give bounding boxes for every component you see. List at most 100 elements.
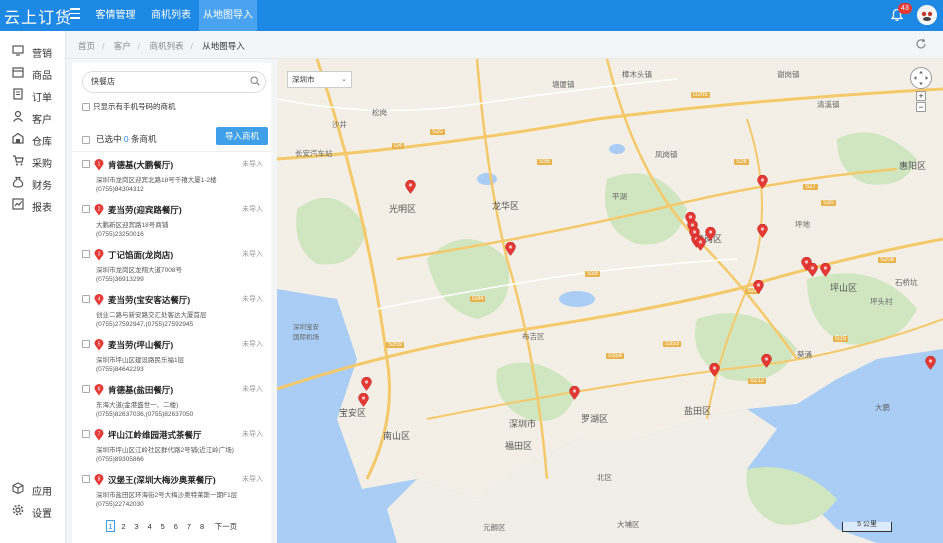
avatar[interactable] (917, 5, 937, 25)
store-checkbox[interactable] (82, 475, 90, 483)
zoom-in-button[interactable]: + (916, 91, 926, 101)
sidebar-item-marketing[interactable]: 营销 (0, 40, 66, 62)
refresh-icon[interactable] (915, 38, 927, 50)
map-marker-icon[interactable] (757, 175, 768, 189)
import-status: 未导入 (242, 206, 263, 213)
only-phone-checkbox[interactable] (82, 103, 90, 112)
map-label: 塘厦镇 (552, 80, 575, 89)
tab-opportunity-list[interactable]: 商机列表 (144, 0, 198, 31)
import-status: 未导入 (242, 386, 263, 393)
store-list-item[interactable]: 7 坪山江岭维园港式茶餐厅 未导入 深圳市坪山区江岭社区群代路2号铺(近江岭广场) (0… (72, 426, 271, 471)
map-marker-icon[interactable] (709, 363, 720, 377)
search-input[interactable]: 快餐店 (82, 71, 266, 93)
store-list-item[interactable]: 1 肯德基(大鹏餐厅) 未导入 深圳市龙岗区迎宾北路18号千禧大厦1-2楼 (0755)… (72, 156, 271, 201)
map-marker-icon[interactable] (361, 377, 372, 391)
map-marker-icon[interactable] (820, 263, 831, 277)
sidebar-item-purchasing[interactable]: 采购 (0, 150, 66, 172)
road-shield: S36 (537, 159, 552, 165)
sidebar-item-warehouse[interactable]: 仓库 (0, 128, 66, 150)
store-checkbox[interactable] (82, 295, 90, 303)
breadcrumb-home[interactable]: 首页 (78, 41, 95, 51)
sidebar-item-customers[interactable]: 客户 (0, 106, 66, 128)
map-marker-icon[interactable] (807, 263, 818, 277)
next-page-button[interactable]: 下一页 (215, 521, 238, 533)
map-label: 清溪镇 (817, 100, 840, 109)
store-checkbox[interactable] (82, 205, 90, 213)
only-phone-filter[interactable]: 只显示有手机号码的商机 (82, 101, 176, 112)
map-marker-icon[interactable] (761, 354, 772, 368)
map-marker-icon[interactable] (358, 393, 369, 407)
map-label: 坪地 (795, 220, 810, 229)
store-list-item[interactable]: 8 汉堡王(深圳大梅沙奥莱餐厅) 未导入 深圳市盐田区环海街2号大梅沙奥特莱斯一期F1… (72, 471, 271, 516)
only-phone-label: 只显示有手机号码的商机 (93, 102, 176, 111)
store-checkbox[interactable] (82, 160, 90, 168)
map-label: 樟木头镇 (622, 70, 652, 79)
sidebar-item-label: 采购 (32, 159, 52, 170)
map-marker-icon[interactable] (505, 242, 516, 256)
map-pin-icon: 1 (94, 159, 104, 171)
breadcrumb-customers[interactable]: 客户 (114, 41, 131, 51)
road-shield: S359 (386, 342, 405, 348)
map-label: 惠阳区 (899, 161, 927, 171)
page-3[interactable]: 3 (132, 521, 141, 533)
road-shield: S39 (585, 271, 600, 277)
svg-text:8: 8 (98, 476, 101, 482)
page-4[interactable]: 4 (145, 521, 154, 533)
map-marker-icon[interactable] (569, 386, 580, 400)
road-shield: S26 (734, 159, 749, 165)
svg-text:2: 2 (98, 206, 101, 212)
road-shield: G205 (691, 92, 710, 98)
sidebar: 营销 商品 订单 客户 仓库 采购 财务 报表 应用 设置 (0, 31, 66, 543)
tab-import-from-map[interactable]: 从地图导入 (199, 0, 257, 31)
store-list-item[interactable]: 2 麦当劳(迎宾路餐厅) 未导入 大鹏新区迎宾路18号商铺 (0755)23250016 (72, 201, 271, 246)
map-label: 大鹏 (875, 403, 890, 412)
page-1[interactable]: 1 (105, 520, 115, 532)
page-5[interactable]: 5 (158, 521, 167, 533)
store-list-item[interactable]: 5 麦当劳(坪山餐厅) 未导入 深圳市坪山区建设路民乐福1层 (0755)8464229… (72, 336, 271, 381)
map-label: 光明区 (389, 204, 417, 214)
store-name: 丁记馅面(龙岗店) (108, 250, 174, 260)
breadcrumb-opportunity-list[interactable]: 商机列表 (150, 41, 184, 51)
page-8[interactable]: 8 (198, 521, 207, 533)
store-checkbox[interactable] (82, 340, 90, 348)
sidebar-item-orders[interactable]: 订单 (0, 84, 66, 106)
store-checkbox[interactable] (82, 430, 90, 438)
map-pan-control[interactable] (910, 67, 932, 89)
store-name: 麦当劳(宝安客达餐厅) (108, 295, 191, 305)
store-list-item[interactable]: 6 肯德基(盐田餐厅) 未导入 东海大道(金港盛世一、二楼) (0755)8263703… (72, 381, 271, 426)
map-marker-icon[interactable] (705, 227, 716, 241)
map-marker-icon[interactable] (925, 356, 936, 370)
chevron-down-icon: ⌄ (341, 76, 347, 83)
store-list-item[interactable]: 4 麦当劳(宝安客达餐厅) 未导入 创业二路与新安路交汇处客达大厦首层 (0755)27… (72, 291, 271, 336)
sidebar-item-finance[interactable]: 财务 (0, 172, 66, 194)
import-status: 未导入 (242, 476, 263, 483)
top-navigation-bar: 云上订货 客情管理 商机列表 从地图导入 43 (0, 0, 943, 31)
map-marker-icon[interactable] (405, 180, 416, 194)
page-6[interactable]: 6 (171, 521, 180, 533)
search-icon[interactable] (250, 76, 260, 86)
zoom-out-button[interactable]: − (916, 102, 926, 112)
store-checkbox[interactable] (82, 250, 90, 258)
page-2[interactable]: 2 (119, 521, 128, 533)
sidebar-item-settings[interactable]: 设置 (0, 500, 66, 522)
map-label: 宝安区 (339, 408, 367, 418)
page-7[interactable]: 7 (184, 521, 193, 533)
map-marker-icon[interactable] (753, 280, 764, 294)
tab-customer-relations[interactable]: 客情管理 (88, 0, 143, 31)
sidebar-item-apps[interactable]: 应用 (0, 478, 66, 500)
map-label: 北区 (597, 473, 612, 482)
store-name: 麦当劳(坪山餐厅) (108, 340, 174, 350)
map-label: 凤岗镇 (655, 150, 678, 159)
menu-toggle-icon[interactable] (70, 8, 80, 20)
select-all-checkbox[interactable] (82, 135, 90, 144)
store-checkbox[interactable] (82, 385, 90, 393)
sidebar-item-products[interactable]: 商品 (0, 62, 66, 84)
road-shield: S358 (606, 353, 625, 359)
map-view[interactable]: 光明区 龙华区 龙岗区 坪山区 宝安区 南山区 福田区 深圳市 罗湖区 盐田区 … (277, 59, 943, 543)
map-pin-icon: 8 (94, 474, 104, 486)
store-list-item[interactable]: 3 丁记馅面(龙岗店) 未导入 深圳市龙岗区龙翔大道7008号 (0755)369132… (72, 246, 271, 291)
sidebar-item-reports[interactable]: 报表 (0, 194, 66, 216)
city-select[interactable]: 深圳市 ⌄ (287, 71, 352, 88)
import-opportunities-button[interactable]: 导入商机 (216, 127, 268, 145)
map-marker-icon[interactable] (757, 224, 768, 238)
